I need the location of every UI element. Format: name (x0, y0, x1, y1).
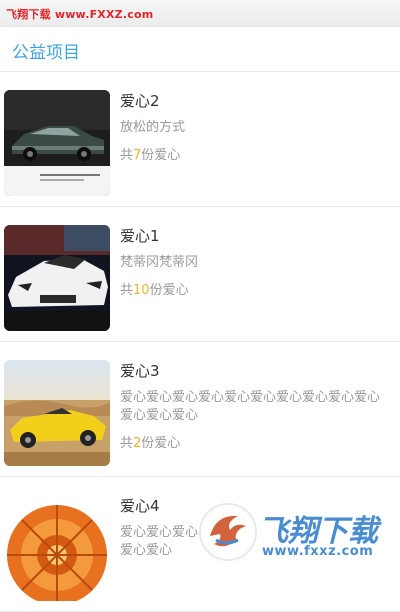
white-sports-car-image (4, 225, 110, 331)
item-description: 放松的方式 (120, 120, 186, 135)
list-item[interactable]: 爱心2 放松的方式 共7份爱心 (0, 72, 400, 207)
swirl-logo-icon (199, 503, 257, 561)
watermark-logo-url: www.fxxz.com (262, 544, 374, 559)
section-header: 公益项目 (0, 27, 400, 72)
black-classic-car-image (4, 90, 110, 196)
list-item[interactable]: 爱心1 梵蒂冈梵蒂冈 共10份爱心 (0, 207, 400, 342)
top-bar: 飞翔下载 www.FXXZ.com (0, 0, 400, 27)
yellow-convertible-image (4, 360, 110, 466)
watermark-text: 飞翔下载 www.FXXZ.com (6, 8, 154, 21)
item-description: 爱心爱心爱心爱心爱心 (120, 525, 199, 558)
item-title: 爱心2 (120, 92, 160, 110)
item-love-count: 共2份爱心 (120, 436, 181, 451)
item-description: 爱心爱心爱心爱心爱心爱心爱心爱心爱心爱心爱心爱心爱心 (120, 390, 381, 423)
item-description: 梵蒂冈梵蒂冈 (120, 255, 199, 270)
section-title: 公益项目 (12, 43, 80, 63)
item-love-count: 共7份爱心 (120, 148, 181, 163)
orange-wheel-image (4, 495, 110, 601)
item-title: 爱心4 (120, 497, 160, 515)
watermark-logo: 飞翔下载 www.fxxz.com (196, 500, 400, 573)
item-title: 爱心3 (120, 362, 160, 380)
item-love-count: 共10份爱心 (120, 283, 189, 298)
item-title: 爱心1 (120, 227, 160, 245)
list-item[interactable]: 爱心3 爱心爱心爱心爱心爱心爱心爱心爱心爱心爱心爱心爱心爱心 共2份爱心 (0, 342, 400, 477)
